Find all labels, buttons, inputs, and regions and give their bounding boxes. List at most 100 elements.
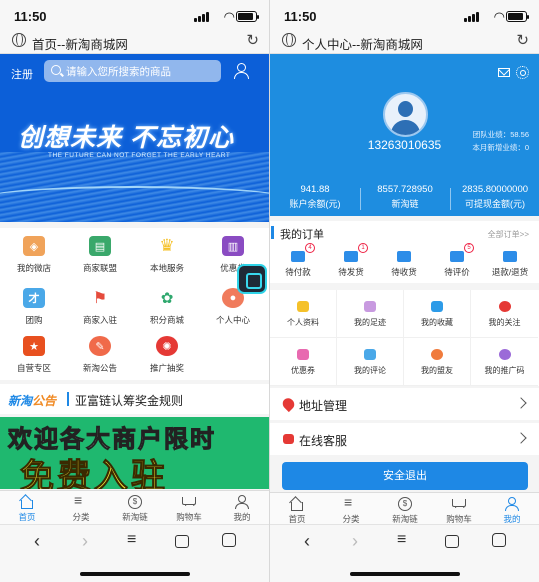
- back-icon[interactable]: ‹: [304, 531, 310, 552]
- menu-label: 个人资料: [287, 318, 319, 327]
- grid-item-points-mall[interactable]: ✿ 积分商城: [134, 288, 200, 326]
- location-pin-icon: [280, 395, 297, 413]
- hero-subtitle: THE FUTURE CAN NOT FORGET THE EARLY HEAR…: [48, 152, 231, 159]
- tab-xintao-chain[interactable]: 新淘链: [378, 497, 432, 525]
- tabs-icon[interactable]: [445, 535, 459, 548]
- menu-promo-code[interactable]: 我的推广码: [471, 338, 538, 386]
- cart-icon: [181, 495, 197, 511]
- register-link[interactable]: 注册: [11, 66, 33, 82]
- all-orders-link[interactable]: 全部订单>>: [488, 229, 529, 240]
- menu-following[interactable]: 我的关注: [471, 290, 538, 338]
- stat-value: 2835.80000000: [461, 184, 529, 195]
- order-label: 待付款: [285, 267, 311, 277]
- menu-label: 我的评论: [354, 366, 386, 375]
- tab-cart[interactable]: 购物车: [432, 497, 486, 525]
- home-icon: [19, 495, 35, 509]
- logout-button[interactable]: 安全退出: [282, 462, 528, 490]
- grid-label: 新淘公告: [82, 363, 117, 373]
- floating-action-button[interactable]: [237, 264, 267, 294]
- menu-label: 优惠券: [291, 366, 315, 375]
- mail-icon[interactable]: [498, 68, 510, 77]
- chevron-right-icon: [515, 432, 527, 444]
- home-screen: 11:50 ◠ 首页--新淘商城网 ↻ 注册 请输入您所搜索的商品 创想未来 不…: [0, 0, 269, 582]
- url-bar[interactable]: 个人中心--新淘商城网 ↻: [270, 30, 539, 54]
- coin-icon: [397, 497, 413, 511]
- home-button-icon[interactable]: [492, 533, 506, 547]
- tab-me[interactable]: 我的: [485, 497, 539, 525]
- announcement-bar[interactable]: 新淘公告 亚富链认筹奖金规则: [0, 384, 269, 414]
- forward-icon[interactable]: ›: [82, 531, 88, 552]
- menu-allies[interactable]: 我的盟友: [404, 338, 471, 386]
- order-pending-payment[interactable]: 4 待付款: [272, 243, 324, 278]
- globe-icon: [282, 33, 296, 47]
- tab-label: 购物车: [176, 512, 202, 522]
- tab-home[interactable]: 首页: [0, 495, 54, 523]
- menu-favorites[interactable]: 我的收藏: [404, 290, 471, 338]
- tab-me[interactable]: 我的: [215, 495, 269, 523]
- heart-icon: [498, 301, 511, 312]
- grid-label: 本地服务: [149, 263, 184, 273]
- truck-icon: [397, 251, 411, 262]
- stat-withdrawable[interactable]: 2835.80000000 可提现金额(元): [450, 184, 539, 210]
- order-pending-review[interactable]: 5 待评价: [431, 243, 483, 278]
- bookmark-icon: ★: [23, 336, 45, 356]
- announcement-tag-a: 新淘: [8, 394, 33, 408]
- avatar[interactable]: [383, 92, 428, 137]
- tabs-icon[interactable]: [175, 535, 189, 548]
- tab-category[interactable]: 分类: [324, 494, 378, 525]
- online-service-row[interactable]: 在线客服: [270, 423, 539, 455]
- menu-coupon[interactable]: 优惠券: [270, 338, 337, 386]
- grid-item-merchant-join[interactable]: ⚑ 商家入驻: [67, 288, 133, 326]
- coin-icon: [127, 495, 143, 509]
- menu-icon[interactable]: ≡: [127, 531, 136, 549]
- tab-home[interactable]: 首页: [270, 497, 324, 525]
- grid-item-lottery[interactable]: ✺ 推广抽奖: [134, 336, 200, 374]
- menu-icon[interactable]: ≡: [397, 531, 406, 549]
- back-icon[interactable]: ‹: [34, 531, 40, 552]
- tab-label: 我的: [233, 512, 251, 522]
- tab-label: 新淘链: [122, 512, 148, 522]
- reload-icon[interactable]: ↻: [516, 31, 529, 49]
- stat-label: 可提现金额(元): [465, 199, 525, 209]
- stat-balance[interactable]: 941.88 账户余额(元): [270, 184, 360, 210]
- promo-banner[interactable]: 欢迎各大商户限时 免费入驻: [0, 417, 269, 489]
- category-icon: [343, 494, 359, 511]
- search-input[interactable]: 请输入您所搜索的商品: [44, 60, 221, 82]
- menu-profile[interactable]: 个人资料: [270, 290, 337, 338]
- ticket-icon: ▥: [222, 236, 244, 256]
- grid-item-self-operated[interactable]: ★ 自营专区: [1, 336, 67, 374]
- tab-category[interactable]: 分类: [54, 492, 108, 523]
- url-bar[interactable]: 首页--新淘商城网 ↻: [0, 30, 269, 54]
- grid-item-my-shop[interactable]: ◈ 我的微店: [1, 236, 67, 274]
- menu-comments[interactable]: 我的评论: [337, 338, 404, 386]
- tab-xintao-chain[interactable]: 新淘链: [108, 495, 162, 523]
- browser-toolbar: ‹ › ≡: [270, 524, 539, 582]
- grid-item-local-service[interactable]: ♛ 本地服务: [134, 236, 200, 274]
- grid-item-group-buy[interactable]: 才 团购: [1, 288, 67, 326]
- address-management-row[interactable]: 地址管理: [270, 388, 539, 420]
- stat-xintao-chain[interactable]: 8557.728950 新淘链: [360, 184, 450, 210]
- grid-item-merchant-alliance[interactable]: ▤ 商家联盟: [67, 236, 133, 274]
- globe-icon: [12, 33, 26, 47]
- profile-menu-grid: 个人资料 我的足迹 我的收藏 我的关注 优惠券 我的评论 我的盟友 我的推广码: [270, 290, 539, 386]
- gear-icon[interactable]: [516, 66, 529, 79]
- hero-banner[interactable]: 注册 请输入您所搜索的商品 创想未来 不忘初心 THE FUTURE CAN N…: [0, 54, 269, 222]
- order-refund[interactable]: 退款/退货: [484, 251, 536, 278]
- grid-item-announcement[interactable]: ✎ 新淘公告: [67, 336, 133, 374]
- wifi-icon: ◠: [223, 9, 235, 24]
- menu-footprint[interactable]: 我的足迹: [337, 290, 404, 338]
- tab-cart[interactable]: 购物车: [162, 495, 216, 523]
- home-button-icon[interactable]: [222, 533, 236, 547]
- order-pending-receipt[interactable]: 待收货: [378, 251, 430, 278]
- order-badge: 1: [358, 243, 368, 253]
- box-icon: [344, 251, 358, 262]
- order-pending-shipment[interactable]: 1 待发货: [325, 243, 377, 278]
- search-icon: [51, 65, 61, 75]
- menu-label: 我的足迹: [354, 318, 386, 327]
- announcement-text[interactable]: 亚富链认筹奖金规则: [75, 392, 183, 409]
- reload-icon[interactable]: ↻: [246, 31, 259, 49]
- forward-icon[interactable]: ›: [352, 531, 358, 552]
- bottom-tab-bar: 首页 分类 新淘链 购物车 我的: [270, 492, 539, 526]
- user-icon[interactable]: [233, 63, 249, 79]
- crown-icon: ♛: [156, 236, 178, 256]
